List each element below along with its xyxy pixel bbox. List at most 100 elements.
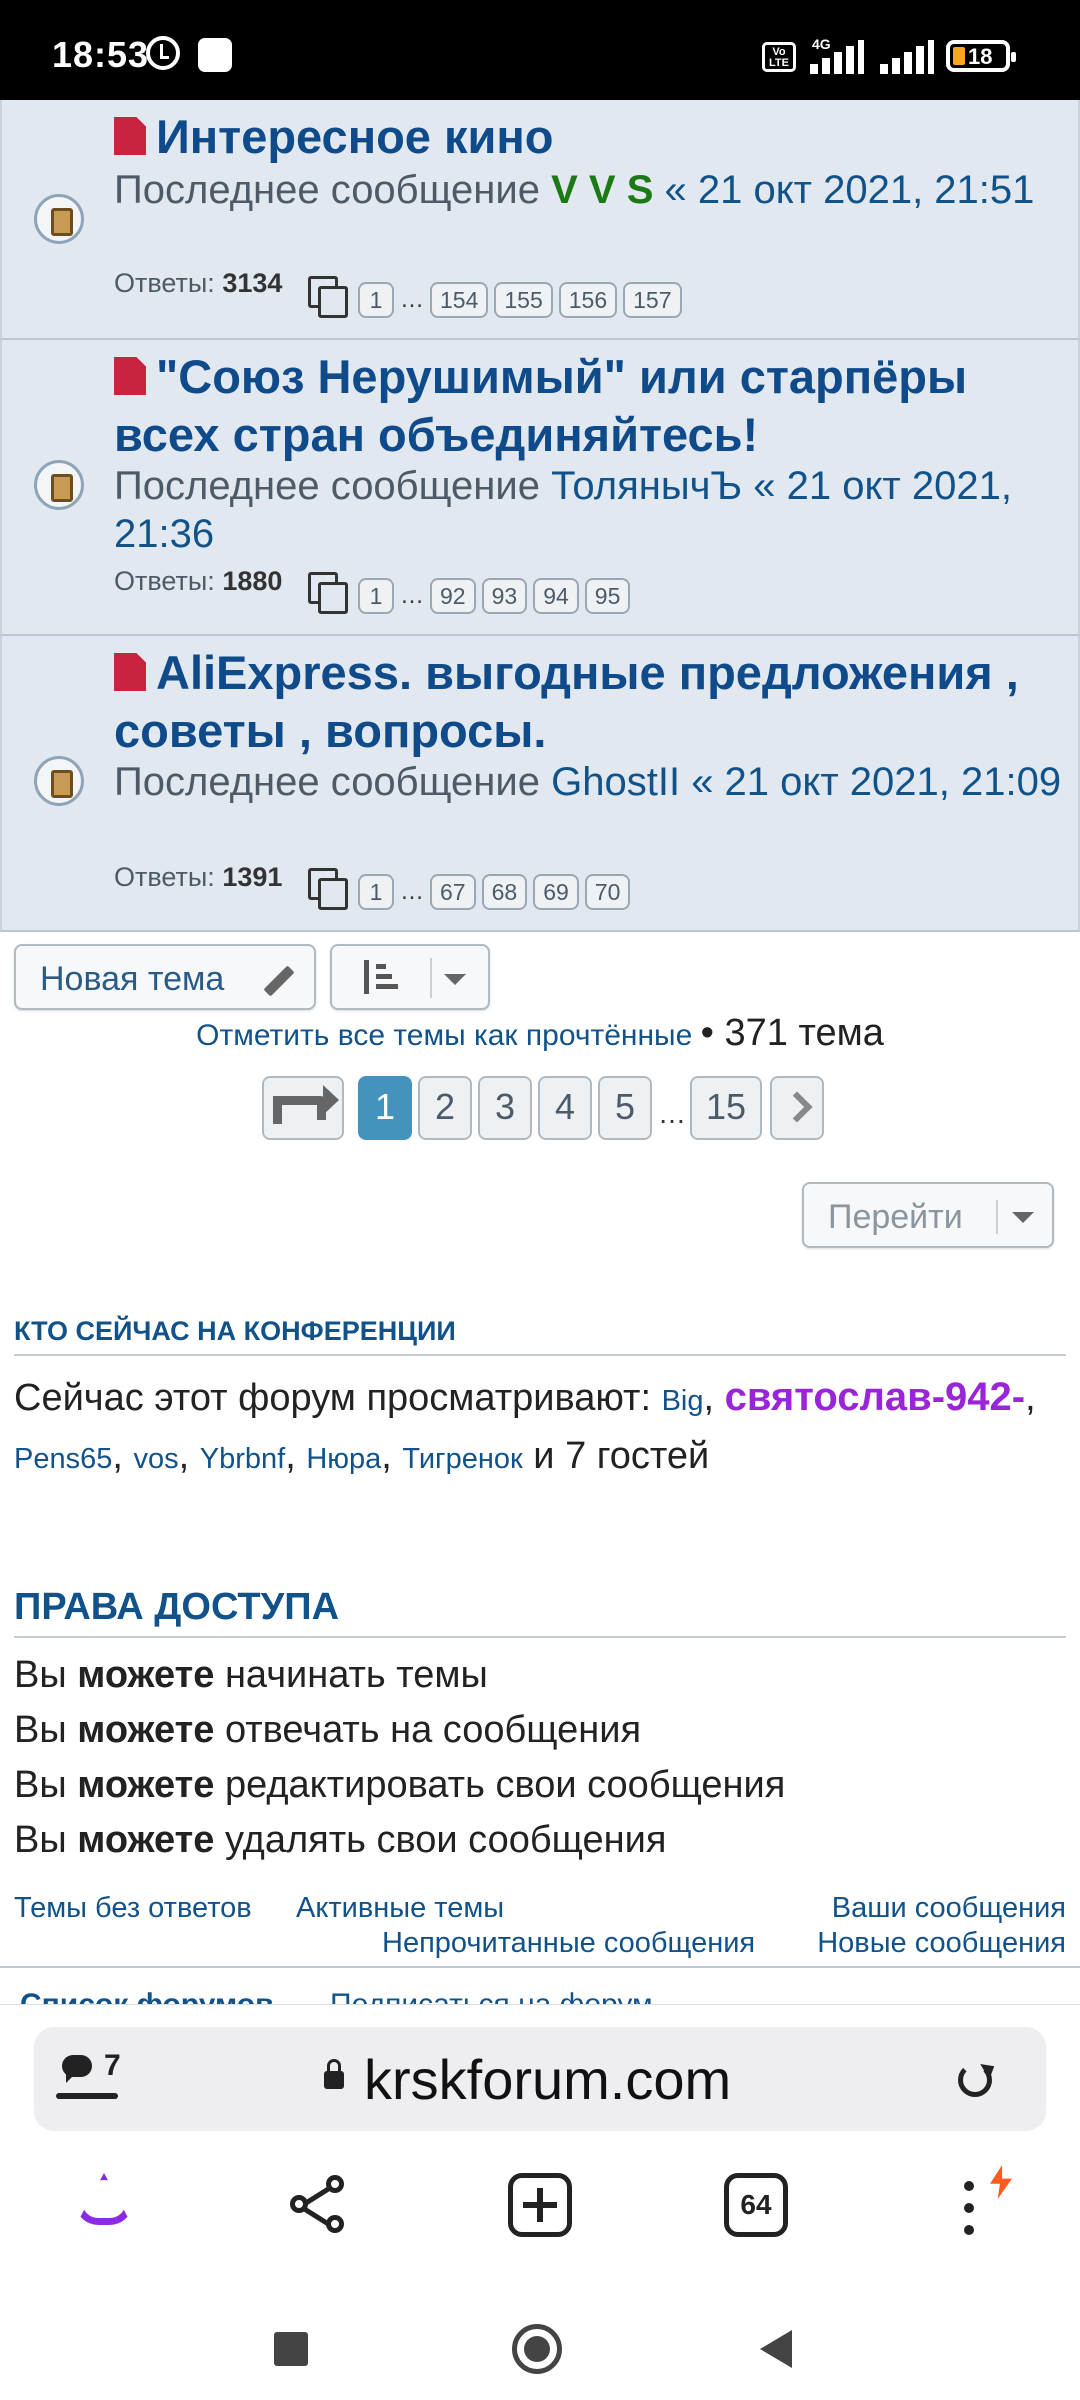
topic-pagination: 1 … 92 93 94 95	[358, 578, 631, 614]
topic-last-post: Последнее сообщение V V S « 21 окт 2021,…	[114, 168, 1035, 212]
active-topics-link[interactable]: Активные темы	[296, 1892, 504, 1925]
topic-page-link[interactable]: 93	[481, 578, 528, 614]
sort-options-button[interactable]	[330, 944, 490, 1010]
new-posts-link[interactable]: Новые сообщения	[817, 1927, 1066, 1960]
topic-replies: Ответы: 1391	[114, 862, 283, 892]
new-topic-button[interactable]: Новая тема	[14, 944, 316, 1010]
last-post-date[interactable]: « 21 окт 2021, 21:09	[691, 760, 1061, 804]
last-post-author[interactable]: ТолянычЪ	[551, 464, 742, 508]
page-link-current[interactable]: 1	[358, 1076, 412, 1140]
footer-nav: Список форумов Подписаться на форум	[0, 1980, 1080, 2004]
jump-arrow-icon	[273, 1085, 339, 1124]
topic-page-link[interactable]: 95	[584, 578, 631, 614]
topic-title[interactable]: AliExpress. выгодные предложения , совет…	[114, 644, 1064, 760]
go-to-forum-button[interactable]: Перейти	[802, 1182, 1054, 1248]
topic-page-link[interactable]: 92	[430, 578, 476, 614]
online-user-link[interactable]: святослав-942-	[725, 1375, 1026, 1419]
chevron-down-icon	[444, 974, 466, 985]
comments-icon[interactable]	[62, 2055, 102, 2087]
page-link[interactable]: 4	[538, 1076, 592, 1140]
your-posts-link[interactable]: Ваши сообщения	[832, 1892, 1066, 1925]
battery-level: 18	[968, 44, 993, 69]
document-icon	[114, 357, 146, 395]
topic-page-link[interactable]: 154	[430, 282, 489, 318]
next-page-button[interactable]	[770, 1076, 824, 1140]
online-users: Сейчас этот форум просматривают: Big, св…	[14, 1375, 1036, 1477]
online-user-link[interactable]: Нюра	[306, 1443, 381, 1475]
topic-replies: Ответы: 1880	[114, 566, 283, 596]
last-post-author[interactable]: GhostII	[551, 760, 680, 804]
topic-page-link[interactable]: 70	[584, 874, 631, 910]
topic-page-link[interactable]: 1	[358, 578, 394, 614]
page-link[interactable]: 2	[418, 1076, 472, 1140]
permission-item: Вы можете начинать темы	[14, 1654, 488, 1696]
online-user-link[interactable]: vos	[133, 1443, 178, 1475]
alarm-icon	[146, 36, 180, 70]
document-icon	[114, 117, 146, 155]
mark-all-read-link[interactable]: Отметить все темы как прочтённые	[196, 1019, 692, 1052]
chevron-down-icon	[1012, 1212, 1034, 1223]
page-link[interactable]: 5	[598, 1076, 652, 1140]
unread-posts-link[interactable]: Непрочитанные сообщения	[382, 1927, 755, 1960]
page-link-last[interactable]: 15	[690, 1076, 762, 1140]
status-bar: 18:53 Vo LTE 4G 18	[0, 0, 1080, 100]
signal-icon	[808, 40, 864, 74]
back-button[interactable]	[760, 2330, 792, 2368]
topic-row[interactable]: Интересное кино Последнее сообщение V V …	[0, 100, 1080, 340]
topic-page-link[interactable]: 94	[533, 578, 579, 614]
online-user-link[interactable]: Ybrbnf	[200, 1443, 285, 1475]
topic-pagination: 1 … 154 155 156 157	[358, 282, 682, 318]
pencil-icon	[263, 965, 295, 997]
permission-item: Вы можете удалять свои сообщения	[14, 1819, 667, 1861]
jump-to-page-button[interactable]	[262, 1076, 344, 1140]
online-heading: КТО СЕЙЧАС НА КОНФЕРЕНЦИИ	[14, 1316, 456, 1346]
notification-icon	[198, 38, 232, 72]
topic-row[interactable]: AliExpress. выгодные предложения , совет…	[0, 636, 1080, 932]
topic-page-ellipsis: …	[400, 878, 424, 905]
recents-button[interactable]	[274, 2332, 308, 2366]
topic-page-ellipsis: …	[400, 582, 424, 609]
chevron-right-icon	[781, 1091, 813, 1123]
volte-icon: Vo LTE	[762, 42, 796, 72]
last-post-author[interactable]: V V S	[551, 168, 653, 212]
subscribe-forum-link[interactable]: Подписаться на форум	[330, 1988, 653, 2004]
url-text[interactable]: krskforum.com	[364, 2047, 731, 2112]
topic-row[interactable]: "Союз Нерушимый" или старпёры всех стран…	[0, 340, 1080, 636]
document-icon	[114, 653, 146, 691]
more-menu-icon[interactable]	[964, 2181, 976, 2237]
topic-title[interactable]: "Союз Нерушимый" или старпёры всех стран…	[114, 348, 1064, 464]
online-user-link[interactable]: Big	[662, 1385, 704, 1417]
topic-page-link[interactable]: 1	[358, 282, 394, 318]
forum-list-link[interactable]: Список форумов	[20, 1988, 274, 2004]
permissions-heading: ПРАВА ДОСТУПА	[14, 1586, 340, 1628]
topic-status-icon	[34, 194, 84, 244]
topic-title[interactable]: Интересное кино	[114, 108, 1054, 166]
unanswered-topics-link[interactable]: Темы без ответов	[14, 1892, 252, 1925]
online-user-link[interactable]: Тигренок	[402, 1443, 522, 1475]
topic-page-link[interactable]: 69	[533, 874, 579, 910]
topic-page-link[interactable]: 67	[430, 874, 476, 910]
topic-page-link[interactable]: 156	[558, 282, 618, 318]
topic-last-post: Последнее сообщение ТолянычЪ « 21 окт 20…	[114, 464, 1012, 556]
page-link[interactable]: 3	[478, 1076, 532, 1140]
reload-icon[interactable]	[958, 2063, 992, 2097]
share-icon[interactable]	[290, 2173, 350, 2237]
home-button[interactable]	[512, 2324, 562, 2374]
pages-icon	[308, 572, 348, 614]
last-post-date[interactable]: « 21 окт 2021, 21:51	[665, 168, 1035, 212]
tabs-button[interactable]: 64	[724, 2173, 788, 2237]
address-bar[interactable]: 7 krskforum.com	[34, 2027, 1046, 2131]
topic-page-link[interactable]: 1	[358, 874, 394, 910]
page-ellipsis: …	[658, 1098, 686, 1129]
mark-all-read-row: Отметить все темы как прочтённые • 371 т…	[0, 1012, 1080, 1055]
comments-count: 7	[104, 2049, 121, 2082]
online-user-link[interactable]: Pens65	[14, 1443, 112, 1475]
permission-item: Вы можете отвечать на сообщения	[14, 1709, 642, 1751]
new-tab-icon[interactable]	[508, 2173, 572, 2237]
topic-page-link[interactable]: 155	[494, 282, 553, 318]
alice-assistant-icon[interactable]	[76, 2173, 140, 2233]
system-nav-bar	[0, 2300, 1080, 2400]
topic-page-link[interactable]: 157	[623, 282, 682, 318]
topic-page-link[interactable]: 68	[481, 874, 528, 910]
bolt-icon	[990, 2165, 1012, 2199]
